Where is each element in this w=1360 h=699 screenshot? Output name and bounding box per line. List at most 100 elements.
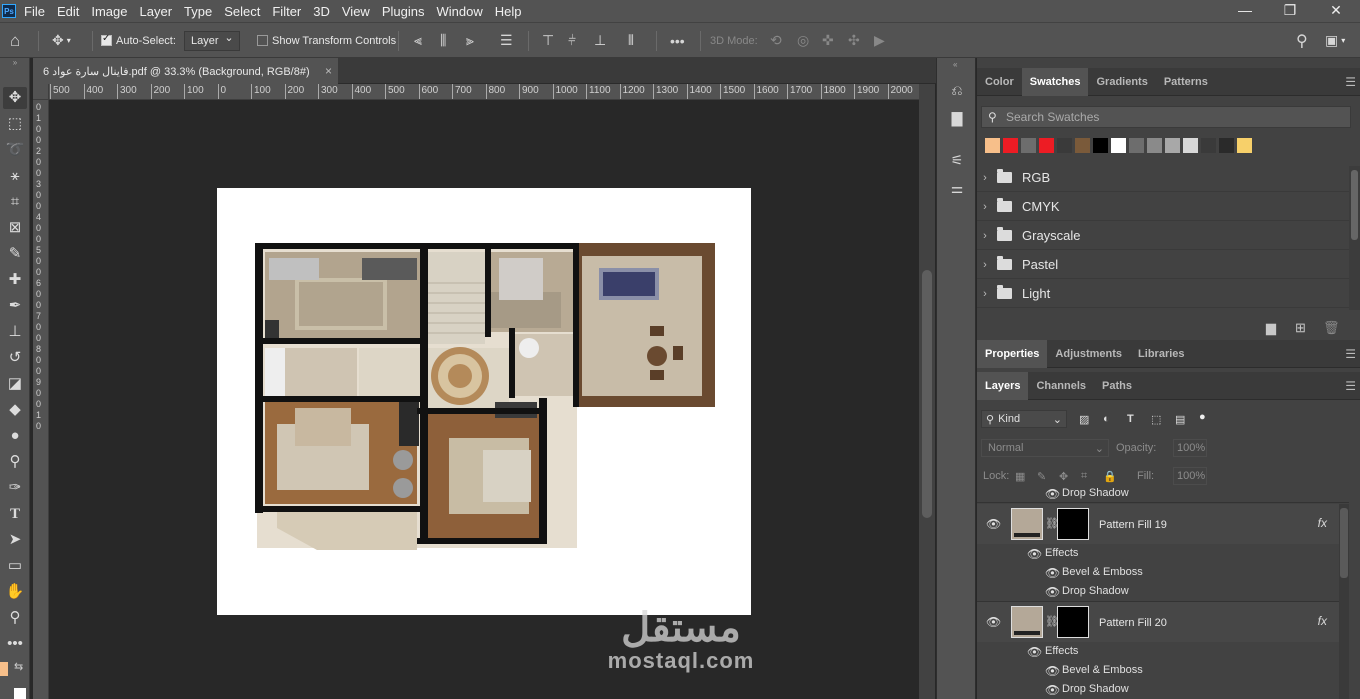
- paint-bucket-tool[interactable]: ◆: [3, 399, 27, 421]
- brush-tool[interactable]: ✒: [3, 295, 27, 317]
- lock-artboard-icon[interactable]: ⌗: [1081, 467, 1087, 485]
- fx-icon[interactable]: fx: [1318, 614, 1327, 628]
- history-brush-tool[interactable]: ↺: [3, 347, 27, 369]
- background-color-swatch[interactable]: [14, 688, 26, 699]
- dodge-tool[interactable]: ⚲: [3, 451, 27, 473]
- lock-transparent-icon[interactable]: ▦: [1015, 467, 1025, 485]
- maximize-button[interactable]: ❐: [1267, 0, 1313, 22]
- blend-mode-dropdown[interactable]: Normal ⌄: [981, 439, 1109, 457]
- tab-patterns[interactable]: Patterns: [1156, 68, 1216, 96]
- swatches-scrollbar[interactable]: [1349, 166, 1360, 310]
- lock-pixels-icon[interactable]: ✎: [1037, 467, 1046, 485]
- panel-menu-icon[interactable]: ☰: [1345, 379, 1356, 393]
- color-swatch[interactable]: [1165, 138, 1180, 153]
- stamp-tool[interactable]: ⊥: [3, 321, 27, 343]
- menu-edit[interactable]: Edit: [57, 4, 79, 19]
- menu-plugins[interactable]: Plugins: [382, 4, 425, 19]
- swatch-group-rgb[interactable]: › RGB: [977, 164, 1349, 192]
- align-middle-button[interactable]: ⫩: [568, 23, 576, 58]
- new-swatch-icon[interactable]: ⊞: [1295, 320, 1306, 336]
- crop-tool[interactable]: ⌗: [3, 191, 27, 213]
- move-tool-preset-button[interactable]: ✥ ▾: [52, 23, 71, 58]
- 3d-roll-button[interactable]: ◎: [797, 23, 809, 58]
- layer-name[interactable]: Pattern Fill 19: [1099, 519, 1167, 531]
- trash-icon[interactable]: 🗑: [1323, 320, 1340, 336]
- scroll-thumb[interactable]: [922, 270, 932, 518]
- tab-color[interactable]: Color: [977, 68, 1022, 96]
- search-button[interactable]: ⚲: [1296, 23, 1308, 58]
- blur-tool[interactable]: ●: [3, 425, 27, 447]
- color-swatch[interactable]: [1057, 138, 1072, 153]
- document-canvas[interactable]: [217, 188, 751, 615]
- hand-tool[interactable]: ✋: [3, 581, 27, 603]
- color-swatch[interactable]: [1093, 138, 1108, 153]
- magic-wand-tool[interactable]: ⚹: [3, 165, 27, 187]
- minimize-button[interactable]: —: [1222, 0, 1268, 22]
- menu-image[interactable]: Image: [91, 4, 127, 19]
- swatch-group-light[interactable]: › Light: [977, 280, 1349, 308]
- eye-icon[interactable]: 👁: [1045, 683, 1060, 697]
- auto-select-checkbox[interactable]: Auto-Select:: [101, 23, 176, 58]
- path-selection-tool[interactable]: ➤: [3, 529, 27, 551]
- home-button[interactable]: ⌂: [10, 23, 20, 58]
- new-group-icon[interactable]: ▆: [1266, 320, 1276, 336]
- tab-channels[interactable]: Channels: [1028, 372, 1094, 400]
- menu-select[interactable]: Select: [224, 4, 260, 19]
- color-swatch[interactable]: [1003, 138, 1018, 153]
- distribute-vertical-button[interactable]: ⫴: [628, 23, 634, 58]
- edit-toolbar-button[interactable]: •••: [3, 633, 27, 655]
- foreground-color-swatch[interactable]: [0, 662, 8, 676]
- color-swatch[interactable]: [1147, 138, 1162, 153]
- healing-brush-tool[interactable]: ✚: [3, 269, 27, 291]
- opacity-input[interactable]: 100%: [1173, 439, 1207, 457]
- 3d-slide-button[interactable]: ✣: [848, 23, 860, 58]
- filter-type-icon[interactable]: T: [1127, 410, 1134, 428]
- filter-smart-object-icon[interactable]: ▤: [1175, 410, 1185, 428]
- canvas-vertical-scrollbar[interactable]: [919, 84, 935, 699]
- align-left-button[interactable]: ⫷: [414, 23, 422, 58]
- lock-all-icon[interactable]: 🔒: [1103, 467, 1117, 485]
- rectangle-tool[interactable]: ▭: [3, 555, 27, 577]
- color-swatch[interactable]: [1201, 138, 1216, 153]
- canvas-area[interactable]: [49, 100, 919, 699]
- history-panel-button[interactable]: ⎌: [947, 80, 967, 100]
- eye-icon[interactable]: 👁: [1045, 585, 1060, 599]
- frame-tool[interactable]: ⊠: [3, 217, 27, 239]
- filter-pixel-icon[interactable]: ▨: [1079, 410, 1089, 428]
- tab-swatches[interactable]: Swatches: [1021, 68, 1089, 96]
- tab-gradients[interactable]: Gradients: [1088, 68, 1155, 96]
- panel-menu-icon[interactable]: ☰: [1345, 347, 1356, 361]
- eraser-tool[interactable]: ◪: [3, 373, 27, 395]
- color-swatch[interactable]: [1075, 138, 1090, 153]
- menu-type[interactable]: Type: [184, 4, 212, 19]
- close-window-button[interactable]: ✕: [1313, 0, 1359, 22]
- fill-input[interactable]: 100%: [1173, 467, 1207, 485]
- close-tab-icon[interactable]: ×: [325, 64, 332, 78]
- more-options-button[interactable]: •••: [670, 23, 685, 58]
- fx-icon[interactable]: fx: [1318, 516, 1327, 530]
- move-tool[interactable]: ✥: [3, 87, 27, 109]
- workspace-button[interactable]: ▣ ▾: [1325, 23, 1345, 58]
- color-swatch[interactable]: [1039, 138, 1054, 153]
- adjustments-panel-button[interactable]: ⚌: [947, 178, 967, 198]
- color-swatch[interactable]: [985, 138, 1000, 153]
- scroll-thumb[interactable]: [1340, 508, 1348, 578]
- document-tab[interactable]: 6 فاينال سارة عواد.pdf @ 33.3% (Backgrou…: [33, 58, 338, 84]
- align-top-button[interactable]: ⊤: [542, 23, 554, 58]
- 3d-orbit-button[interactable]: ⟲: [770, 23, 782, 58]
- eye-icon[interactable]: 👁: [1045, 487, 1060, 501]
- color-swatch[interactable]: [1111, 138, 1126, 153]
- menu-help[interactable]: Help: [495, 4, 522, 19]
- layer-pattern-fill-19[interactable]: 👁 ⛓ Pattern Fill 19 fx 👁 Effects 👁 Bevel…: [977, 504, 1349, 602]
- menu-layer[interactable]: Layer: [140, 4, 173, 19]
- layer-name[interactable]: Pattern Fill 20: [1099, 617, 1167, 629]
- color-swatch[interactable]: [1237, 138, 1252, 153]
- lasso-tool[interactable]: ➰: [3, 139, 27, 161]
- collapse-icon[interactable]: »: [2, 59, 28, 67]
- eye-icon[interactable]: 👁: [986, 517, 1001, 531]
- 3d-drag-button[interactable]: ✜: [822, 23, 834, 58]
- menu-window[interactable]: Window: [436, 4, 482, 19]
- layer-pattern-fill-20[interactable]: 👁 ⛓ Pattern Fill 20 fx 👁 Effects 👁 Bevel…: [977, 602, 1349, 699]
- ruler-origin[interactable]: [33, 84, 49, 100]
- distribute-button[interactable]: ☰: [500, 23, 513, 58]
